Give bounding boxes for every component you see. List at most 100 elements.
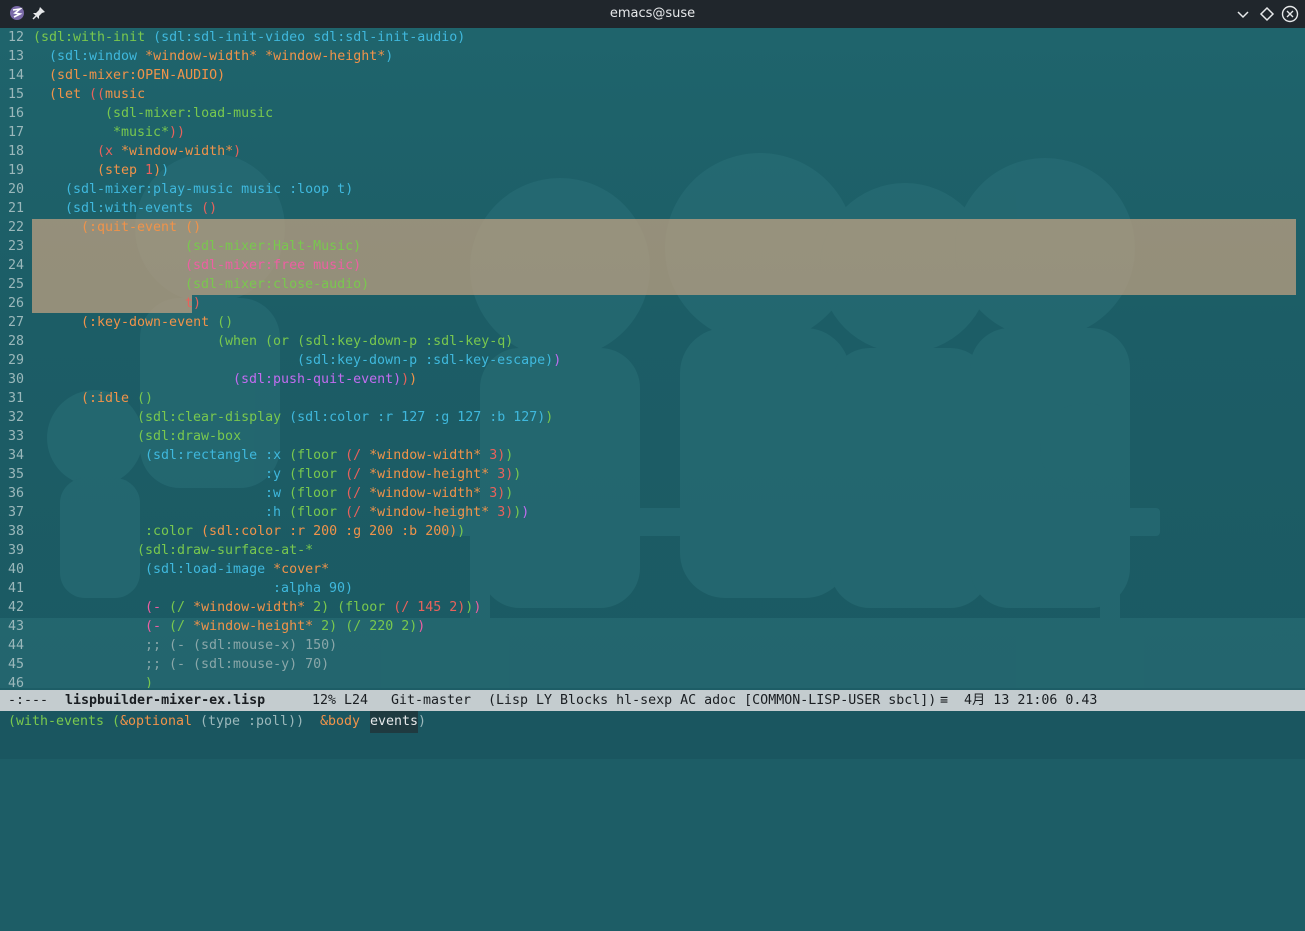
- code-text: (- (/ *window-width* 2) (floor (/ 145 2)…: [145, 598, 481, 617]
- code-line[interactable]: 16 (sdl-mixer:load-music: [0, 104, 1305, 123]
- code-token: (:key-down-event: [81, 315, 218, 330]
- code-line[interactable]: 24 (sdl-mixer:free music): [0, 256, 1305, 275]
- modeline-modes[interactable]: (Lisp LY Blocks hl-sexp AC adoc [COMMON-…: [488, 690, 936, 711]
- code-token: t): [185, 296, 202, 311]
- code-token: (sdl-mixer:load-music: [105, 106, 274, 121]
- code-token: ): [417, 619, 426, 634]
- code-line[interactable]: 37:h (floor (/ *window-height* 3))): [0, 503, 1305, 522]
- line-number: 19: [8, 163, 25, 178]
- code-line[interactable]: 17 *music*)): [0, 123, 1305, 142]
- code-token: (or: [265, 334, 298, 349]
- code-text: ): [145, 674, 153, 688]
- modeline-vc-branch[interactable]: Git-master: [391, 690, 471, 711]
- code-line[interactable]: 35:y (floor (/ *window-height* 3)): [0, 465, 1305, 484]
- code-line[interactable]: 40 (sdl:load-image *cover*: [0, 560, 1305, 579]
- code-token: (sdl:draw-surface-at-*: [137, 543, 314, 558]
- code-line[interactable]: 33 (sdl:draw-box: [0, 427, 1305, 446]
- code-token: 3): [481, 448, 506, 463]
- code-line[interactable]: 22 (:quit-event (): [0, 218, 1305, 237]
- code-token: *music*: [113, 125, 170, 140]
- code-token: 3): [481, 486, 506, 501]
- code-line[interactable]: 46): [0, 674, 1305, 688]
- code-token: 145 2): [417, 600, 466, 615]
- code-text: (sdl-mixer:close-audio): [185, 275, 369, 294]
- code-line[interactable]: 38:color (sdl:color :r 200 :g 200 :b 200…: [0, 522, 1305, 541]
- minimize-icon[interactable]: [1234, 5, 1252, 23]
- code-token: (let: [49, 87, 90, 102]
- line-number: 45: [8, 657, 25, 672]
- code-line[interactable]: 42 (- (/ *window-width* 2) (floor (/ 145 …: [0, 598, 1305, 617]
- code-token: ): [153, 163, 162, 178]
- code-token: (sdl:window: [49, 49, 146, 64]
- code-text: (sdl:push-quit-event))): [233, 370, 417, 389]
- code-text: ;; (- (sdl:mouse-y) 70): [145, 655, 329, 674]
- code-line[interactable]: 12 (sdl:with-init (sdl:sdl-init-video sdl…: [0, 28, 1305, 47]
- code-line[interactable]: 29 (sdl:key-down-p :sdl-key-escape)): [0, 351, 1305, 370]
- code-token: (/: [345, 467, 370, 482]
- code-line[interactable]: 28 (when (or (sdl:key-down-p :sdl-key-q): [0, 332, 1305, 351]
- code-line[interactable]: 45 ;; (- (sdl:mouse-y) 70): [0, 655, 1305, 674]
- code-line[interactable]: 27 (:key-down-event (): [0, 313, 1305, 332]
- line-number: 29: [8, 353, 25, 368]
- code-line[interactable]: 31 (:idle (): [0, 389, 1305, 408]
- line-number: 22: [8, 220, 25, 235]
- code-line[interactable]: 26 t): [0, 294, 1305, 313]
- echo-area[interactable]: (with-events ( &optional (type :poll)) &…: [0, 711, 1305, 759]
- code-token: )): [169, 125, 186, 140]
- code-line[interactable]: 14 (sdl-mixer:OPEN-AUDIO): [0, 66, 1305, 85]
- modeline-indicator: ≡: [940, 693, 949, 708]
- code-line[interactable]: 41:alpha 90): [0, 579, 1305, 598]
- code-token: ): [513, 467, 522, 482]
- code-token: ): [161, 163, 170, 178]
- code-token: (:quit-event: [81, 220, 186, 235]
- code-token: ;; (- (sdl:mouse-x) 150): [145, 638, 338, 653]
- code-line[interactable]: 13 (sdl:window *window-width* *window-hei…: [0, 47, 1305, 66]
- line-number: 12: [8, 30, 25, 45]
- code-line[interactable]: 15 (let ((music: [0, 85, 1305, 104]
- code-token: (sdl:with-events: [65, 201, 202, 216]
- code-line[interactable]: 23 (sdl-mixer:Halt-Music): [0, 237, 1305, 256]
- code-token: ): [233, 144, 242, 159]
- line-number: 20: [8, 182, 25, 197]
- modeline-buffer-name[interactable]: lispbuilder-mixer-ex.lisp: [65, 690, 265, 711]
- code-line[interactable]: 39 (sdl:draw-surface-at-*: [0, 541, 1305, 560]
- code-line[interactable]: 21 (sdl:with-events (): [0, 199, 1305, 218]
- code-token: 1: [145, 163, 154, 178]
- code-token: ): [505, 486, 514, 501]
- code-token: (sdl:load-image: [145, 562, 274, 577]
- mode-line[interactable]: -:--- lispbuilder-mixer-ex.lisp 12% L24 …: [0, 690, 1305, 711]
- code-token: (sdl:draw-box: [137, 429, 242, 444]
- code-token: (sdl:key-down-p :sdl-key-escape): [297, 353, 554, 368]
- maximize-icon[interactable]: [1258, 5, 1276, 23]
- code-line[interactable]: 18 (x *window-width*): [0, 142, 1305, 161]
- code-token: 3): [489, 505, 514, 520]
- code-token: (sdl:color :r 200 :g 200 :b 200): [201, 524, 458, 539]
- window-titlebar[interactable]: emacs@suse: [0, 0, 1305, 28]
- code-line[interactable]: 32 (sdl:clear-display (sdl:color :r 127 :…: [0, 408, 1305, 427]
- code-line[interactable]: 25 (sdl-mixer:close-audio): [0, 275, 1305, 294]
- code-line[interactable]: 36:w (floor (/ *window-width* 3)): [0, 484, 1305, 503]
- code-text: (when (or (sdl:key-down-p :sdl-key-q): [217, 332, 513, 351]
- line-number: 36: [8, 486, 25, 501]
- code-line[interactable]: 34 (sdl:rectangle :x (floor (/ *window-wi…: [0, 446, 1305, 465]
- code-line[interactable]: 44 ;; (- (sdl:mouse-x) 150): [0, 636, 1305, 655]
- code-token: (-: [145, 600, 170, 615]
- code-text: (sdl:window *window-width* *window-heigh…: [49, 47, 393, 66]
- code-line[interactable]: 43 (- (/ *window-height* 2) (/ 220 2)): [0, 617, 1305, 636]
- code-token: 3): [489, 467, 514, 482]
- editor-buffer[interactable]: 12 (sdl:with-init (sdl:sdl-init-video sdl…: [0, 28, 1305, 688]
- code-text: (sdl:key-down-p :sdl-key-escape)): [297, 351, 561, 370]
- code-line[interactable]: 19 (step 1)): [0, 161, 1305, 180]
- code-token: (sdl:with-init: [33, 30, 146, 45]
- code-text: :y (floor (/ *window-height* 3)): [265, 465, 521, 484]
- close-icon[interactable]: [1281, 5, 1299, 23]
- code-text: (step 1)): [97, 161, 169, 180]
- code-token: *cover*: [273, 562, 330, 577]
- code-line[interactable]: 20 (sdl-mixer:play-music music :loop t): [0, 180, 1305, 199]
- eldoc-optional-args: (type :poll)): [192, 714, 305, 729]
- eldoc-optional-keyword: &optional: [120, 714, 193, 729]
- code-line[interactable]: 30 (sdl:push-quit-event))): [0, 370, 1305, 389]
- code-token: ): [521, 505, 530, 520]
- modeline-position: 12% L24: [312, 693, 369, 708]
- code-token: (/: [345, 486, 370, 501]
